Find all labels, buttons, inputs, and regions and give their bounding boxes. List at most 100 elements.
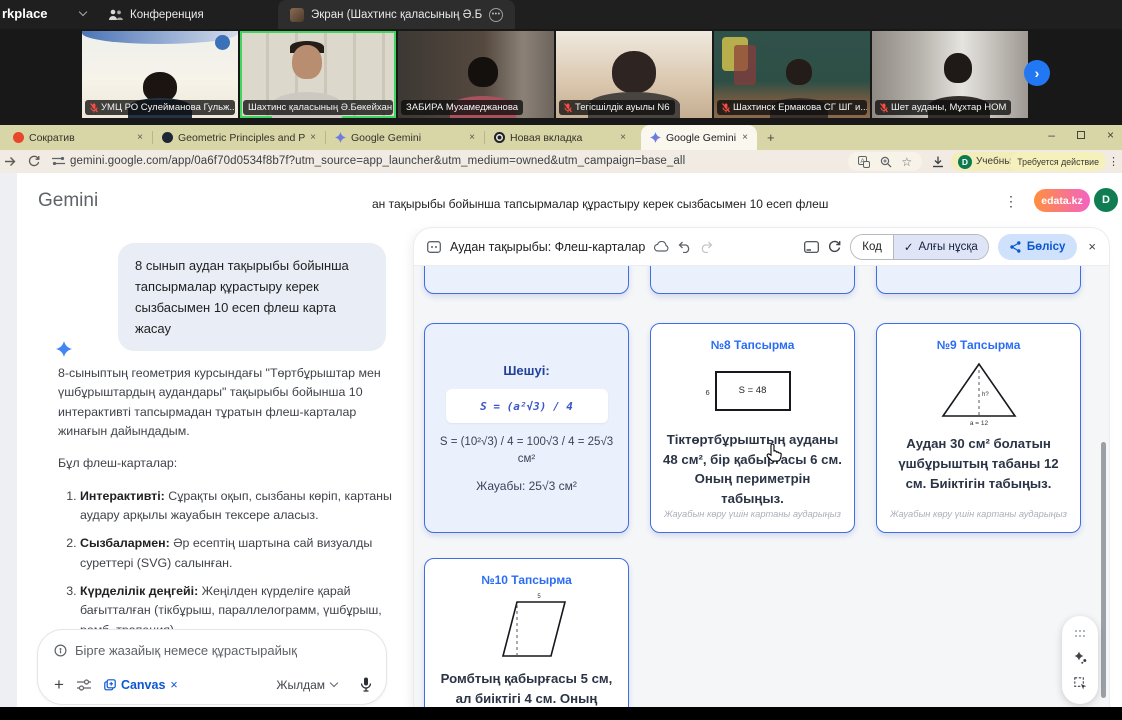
- gemini-sidebar-collapsed[interactable]: [0, 173, 17, 708]
- redo-icon[interactable]: [700, 241, 713, 253]
- browser-tab-active[interactable]: Google Gemini ×: [641, 125, 757, 150]
- flashcard-icon: [427, 241, 441, 253]
- url-text[interactable]: gemini.google.com/app/0a6f70d0534f8b7f?u…: [70, 155, 685, 167]
- sokrativ-icon: [13, 132, 24, 143]
- edata-badge[interactable]: edata.kz: [1034, 189, 1090, 212]
- new-tab-button[interactable]: +: [767, 130, 775, 145]
- canvas-scrollbar[interactable]: [1101, 442, 1106, 698]
- close-tab-icon[interactable]: ×: [469, 132, 475, 143]
- address-actions: A ☆: [848, 152, 922, 171]
- participant-video[interactable]: УМЦ РО Сулейманова Гульж...: [82, 31, 238, 118]
- chevron-down-icon[interactable]: [79, 8, 87, 16]
- close-tab-icon[interactable]: ×: [137, 132, 143, 143]
- toggle-code[interactable]: Код: [851, 235, 894, 259]
- action-required-chip[interactable]: Требуется действие: [1010, 152, 1106, 171]
- flashcard-partial[interactable]: [424, 265, 629, 294]
- tools-icon[interactable]: [77, 679, 91, 691]
- participant-name-badge: Шахтинс қаласының Ә.Бөкейхан...: [243, 100, 393, 115]
- conversation-title: ан тақырыбы бойынша тапсырмалар құрастыр…: [372, 197, 828, 211]
- close-canvas-icon[interactable]: ×: [1088, 239, 1096, 254]
- tab-conference[interactable]: Конференция: [96, 0, 216, 29]
- download-icon[interactable]: [932, 156, 944, 168]
- close-tab-icon[interactable]: ×: [742, 132, 748, 143]
- participant-video[interactable]: Шет ауданы, Мұхтар НОМ: [872, 31, 1028, 118]
- share-button[interactable]: Бөлісу: [998, 234, 1078, 260]
- account-avatar[interactable]: D: [1094, 188, 1118, 212]
- flashcard-partial[interactable]: [650, 265, 855, 294]
- reload-icon[interactable]: [28, 155, 40, 167]
- forward-icon[interactable]: [4, 156, 16, 167]
- zoom-icon[interactable]: [880, 156, 892, 168]
- drag-handle-icon[interactable]: [1075, 630, 1086, 637]
- check-icon: ✓: [904, 240, 914, 254]
- response-list-item: Интерактивті: Сұрақты оқып, сызбаны көрі…: [80, 487, 392, 526]
- close-tab-icon[interactable]: ×: [620, 132, 626, 143]
- bookmark-star-icon[interactable]: ☆: [901, 156, 912, 168]
- prompt-composer[interactable]: + Canvas × Жылдам: [37, 629, 387, 705]
- toggle-preview[interactable]: ✓ Алғы нұсқа: [894, 235, 988, 259]
- participant-name-badge: ЗАБИРА Мухамеджанова: [401, 100, 523, 115]
- participant-video[interactable]: ЗАБИРА Мухамеджанова: [398, 31, 554, 118]
- participant-name-badge: Тегісшілдік ауылы N6: [559, 100, 675, 115]
- canvas-icon: [104, 679, 116, 691]
- refresh-icon[interactable]: [828, 240, 841, 253]
- sparkle-tools-icon[interactable]: [1074, 651, 1087, 664]
- mic-icon[interactable]: [360, 677, 372, 692]
- remove-canvas-icon[interactable]: ×: [170, 678, 177, 692]
- select-element-icon[interactable]: [1074, 677, 1087, 690]
- diagram-height-label: h?: [982, 392, 989, 398]
- flashcard-10[interactable]: №10 Тапсырма 5 Ромбтың қабырғасы 5 см, а…: [424, 558, 629, 708]
- card-title: №10 Тапсырма: [481, 573, 572, 587]
- undo-icon[interactable]: [678, 241, 691, 253]
- triangle-diagram: h? a = 12: [931, 352, 1027, 434]
- browser-menu-icon[interactable]: ⋮: [1108, 155, 1119, 168]
- card-question: Ромбтың қабырғасы 5 см, ал биіктігі 4 см…: [437, 669, 617, 708]
- new-tab-icon: [494, 132, 505, 143]
- next-participants-button[interactable]: ›: [1024, 60, 1050, 86]
- window-controls: – ×: [1048, 128, 1114, 142]
- card-title: №8 Тапсырма: [711, 338, 795, 352]
- close-tab-icon[interactable]: ×: [310, 132, 316, 143]
- gemini-icon: [335, 132, 346, 143]
- browser-tab[interactable]: Google Gemini ×: [326, 125, 484, 150]
- browser-tab[interactable]: Geometric Principles and Probl ×: [153, 125, 325, 150]
- flashcard-solution[interactable]: Шешуі: S = (a²√3) / 4 S = (10²√3) / 4 = …: [424, 323, 629, 533]
- canvas-header: Аудан тақырыбы: Флеш-карталар Код ✓ Алғы…: [414, 228, 1109, 265]
- conversation-menu-icon[interactable]: ⋮: [1004, 193, 1018, 210]
- participant-name-badge: Шахтинск Ермакова СГ ШГ и...: [717, 100, 867, 115]
- flashcard-9[interactable]: №9 Тапсырма h? a = 12 Аудан 30 см² болат…: [876, 323, 1081, 533]
- share-icon: [1010, 241, 1021, 253]
- screen-share-avatar: [290, 8, 304, 22]
- model-selector[interactable]: Жылдам: [276, 678, 337, 692]
- minimize-icon[interactable]: –: [1048, 128, 1055, 142]
- mic-off-icon: [880, 103, 888, 113]
- tab-screen-label: Экран (Шахтинс қаласының Ә.Б: [311, 9, 482, 21]
- flashcard-8[interactable]: №8 Тапсырма 6 S = 48 Тіктөртбұрыштың ауд…: [650, 323, 855, 533]
- rhombus-diagram: 5: [481, 587, 573, 669]
- response-list: Интерактивті: Сұрақты оқып, сызбаны көрі…: [58, 487, 392, 640]
- site-info-icon[interactable]: [52, 156, 65, 166]
- translate-icon[interactable]: A: [858, 156, 870, 168]
- flashcard-partial[interactable]: [876, 265, 1081, 294]
- rectangle-diagram: 6 S = 48: [715, 352, 791, 430]
- more-options-icon[interactable]: •••: [489, 8, 503, 22]
- add-attachment-icon[interactable]: +: [54, 676, 64, 693]
- diagram-side-label: 6: [706, 388, 710, 397]
- mouse-cursor-hand: [766, 444, 783, 463]
- browser-tab[interactable]: Сократив ×: [4, 125, 152, 150]
- cloud-save-icon[interactable]: [654, 241, 669, 252]
- participant-video-active-speaker[interactable]: Шахтинс қаласының Ә.Бөкейхан...: [240, 31, 396, 118]
- maximize-icon[interactable]: [1077, 131, 1085, 139]
- meeting-app-label: rkplace: [2, 6, 48, 21]
- console-icon[interactable]: [804, 241, 819, 253]
- participant-video[interactable]: Шахтинск Ермакова СГ ШГ и...: [714, 31, 870, 118]
- mic-off-icon: [564, 103, 572, 113]
- close-window-icon[interactable]: ×: [1107, 128, 1114, 142]
- canvas-body: Шешуі: S = (a²√3) / 4 S = (10²√3) / 4 = …: [414, 265, 1109, 708]
- prompt-input[interactable]: [75, 643, 350, 658]
- canvas-chip[interactable]: Canvas ×: [104, 678, 178, 692]
- tab-screen-share[interactable]: Экран (Шахтинс қаласының Ә.Б •••: [278, 0, 515, 29]
- browser-tab[interactable]: Новая вкладка ×: [485, 125, 635, 150]
- participant-video[interactable]: Тегісшілдік ауылы N6: [556, 31, 712, 118]
- floating-toolbar: [1062, 616, 1098, 704]
